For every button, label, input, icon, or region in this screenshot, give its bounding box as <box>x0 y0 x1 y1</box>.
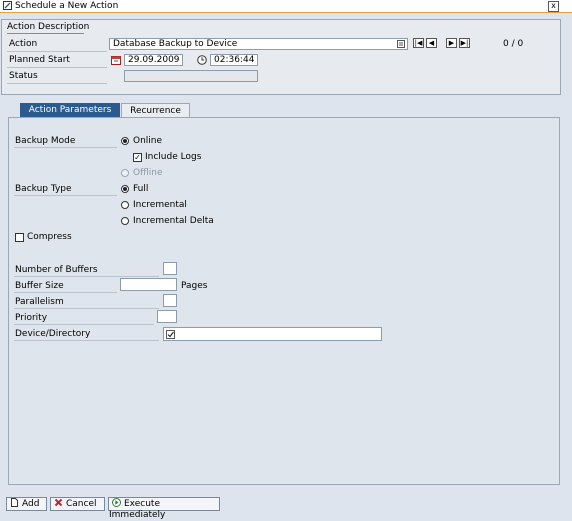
new-document-icon <box>11 498 18 507</box>
buffer-size-input[interactable] <box>120 278 177 291</box>
priority-label: Priority <box>15 313 48 323</box>
online-radio[interactable] <box>121 137 129 145</box>
compress-label: Compress <box>27 232 72 242</box>
offline-radio <box>121 169 129 177</box>
include-logs-label: Include Logs <box>145 152 202 162</box>
compress-checkbox[interactable] <box>15 233 24 242</box>
edit-window-icon <box>3 1 12 10</box>
incremental-delta-radio[interactable] <box>121 217 129 225</box>
action-description-title: Action Description <box>7 22 90 32</box>
status-field <box>124 70 258 82</box>
cancel-label: Cancel <box>66 499 97 509</box>
number-of-buffers-label: Number of Buffers <box>15 265 98 275</box>
first-record-button[interactable]: |◀ <box>413 38 424 48</box>
number-of-buffers-input[interactable] <box>163 262 177 275</box>
parallelism-label: Parallelism <box>15 297 64 307</box>
date-value: 29.09.2009 <box>128 55 180 65</box>
row-divider <box>7 83 107 84</box>
time-field[interactable]: 02:36:44 <box>210 54 258 66</box>
row-divider <box>14 195 117 196</box>
planned-start-label: Planned Start <box>9 55 70 65</box>
row-divider <box>14 276 159 277</box>
required-check-icon <box>166 330 175 339</box>
include-logs-checkbox[interactable]: ✓ <box>133 153 142 162</box>
calendar-icon[interactable] <box>111 55 121 65</box>
row-divider <box>7 67 107 68</box>
pages-unit-label: Pages <box>181 281 208 291</box>
tab-action-parameters[interactable]: Action Parameters <box>20 103 120 118</box>
date-field[interactable]: 29.09.2009 <box>124 54 183 66</box>
time-value: 02:36:44 <box>214 55 255 65</box>
record-counter: 0 / 0 <box>503 39 524 49</box>
row-divider <box>7 51 107 52</box>
row-divider <box>14 324 154 325</box>
tab-recurrence[interactable]: Recurrence <box>121 103 190 118</box>
window-title: Schedule a New Action <box>15 1 119 11</box>
previous-record-button[interactable]: ◀ <box>426 38 437 48</box>
offline-label: Offline <box>133 168 163 178</box>
priority-input[interactable] <box>157 310 177 323</box>
row-divider <box>14 340 159 341</box>
full-radio[interactable] <box>121 185 129 193</box>
section-rule <box>7 33 84 34</box>
execute-immediately-button[interactable]: Execute Immediately <box>108 497 220 520</box>
row-divider <box>14 147 117 148</box>
backup-type-label: Backup Type <box>15 184 72 194</box>
row-divider <box>14 292 117 293</box>
add-label: Add <box>22 499 40 509</box>
row-divider <box>14 308 159 309</box>
incremental-label: Incremental <box>133 200 187 210</box>
online-label: Online <box>133 136 163 146</box>
action-parameters-panel <box>8 117 560 485</box>
value-help-icon[interactable] <box>397 40 405 48</box>
incremental-delta-label: Incremental Delta <box>133 216 214 226</box>
close-icon[interactable]: x <box>548 1 559 12</box>
action-field[interactable]: Database Backup to Device <box>109 38 408 50</box>
next-record-button[interactable]: ▶ <box>446 38 457 48</box>
execute-icon <box>112 498 121 507</box>
backup-mode-label: Backup Mode <box>15 136 76 146</box>
add-button[interactable]: Add <box>6 497 47 511</box>
last-record-button[interactable]: ▶| <box>459 38 470 48</box>
full-label: Full <box>133 184 149 194</box>
incremental-radio[interactable] <box>121 201 129 209</box>
status-label: Status <box>9 71 38 81</box>
cancel-button[interactable]: Cancel <box>50 497 105 511</box>
action-label: Action <box>9 39 38 49</box>
cancel-x-icon <box>54 498 63 507</box>
device-directory-label: Device/Directory <box>15 329 91 339</box>
title-bar: Schedule a New Action x <box>0 0 572 13</box>
clock-icon[interactable] <box>197 55 207 65</box>
device-directory-input[interactable] <box>163 327 382 341</box>
action-value: Database Backup to Device <box>113 39 238 49</box>
parallelism-input[interactable] <box>163 294 177 307</box>
buffer-size-label: Buffer Size <box>15 281 64 291</box>
